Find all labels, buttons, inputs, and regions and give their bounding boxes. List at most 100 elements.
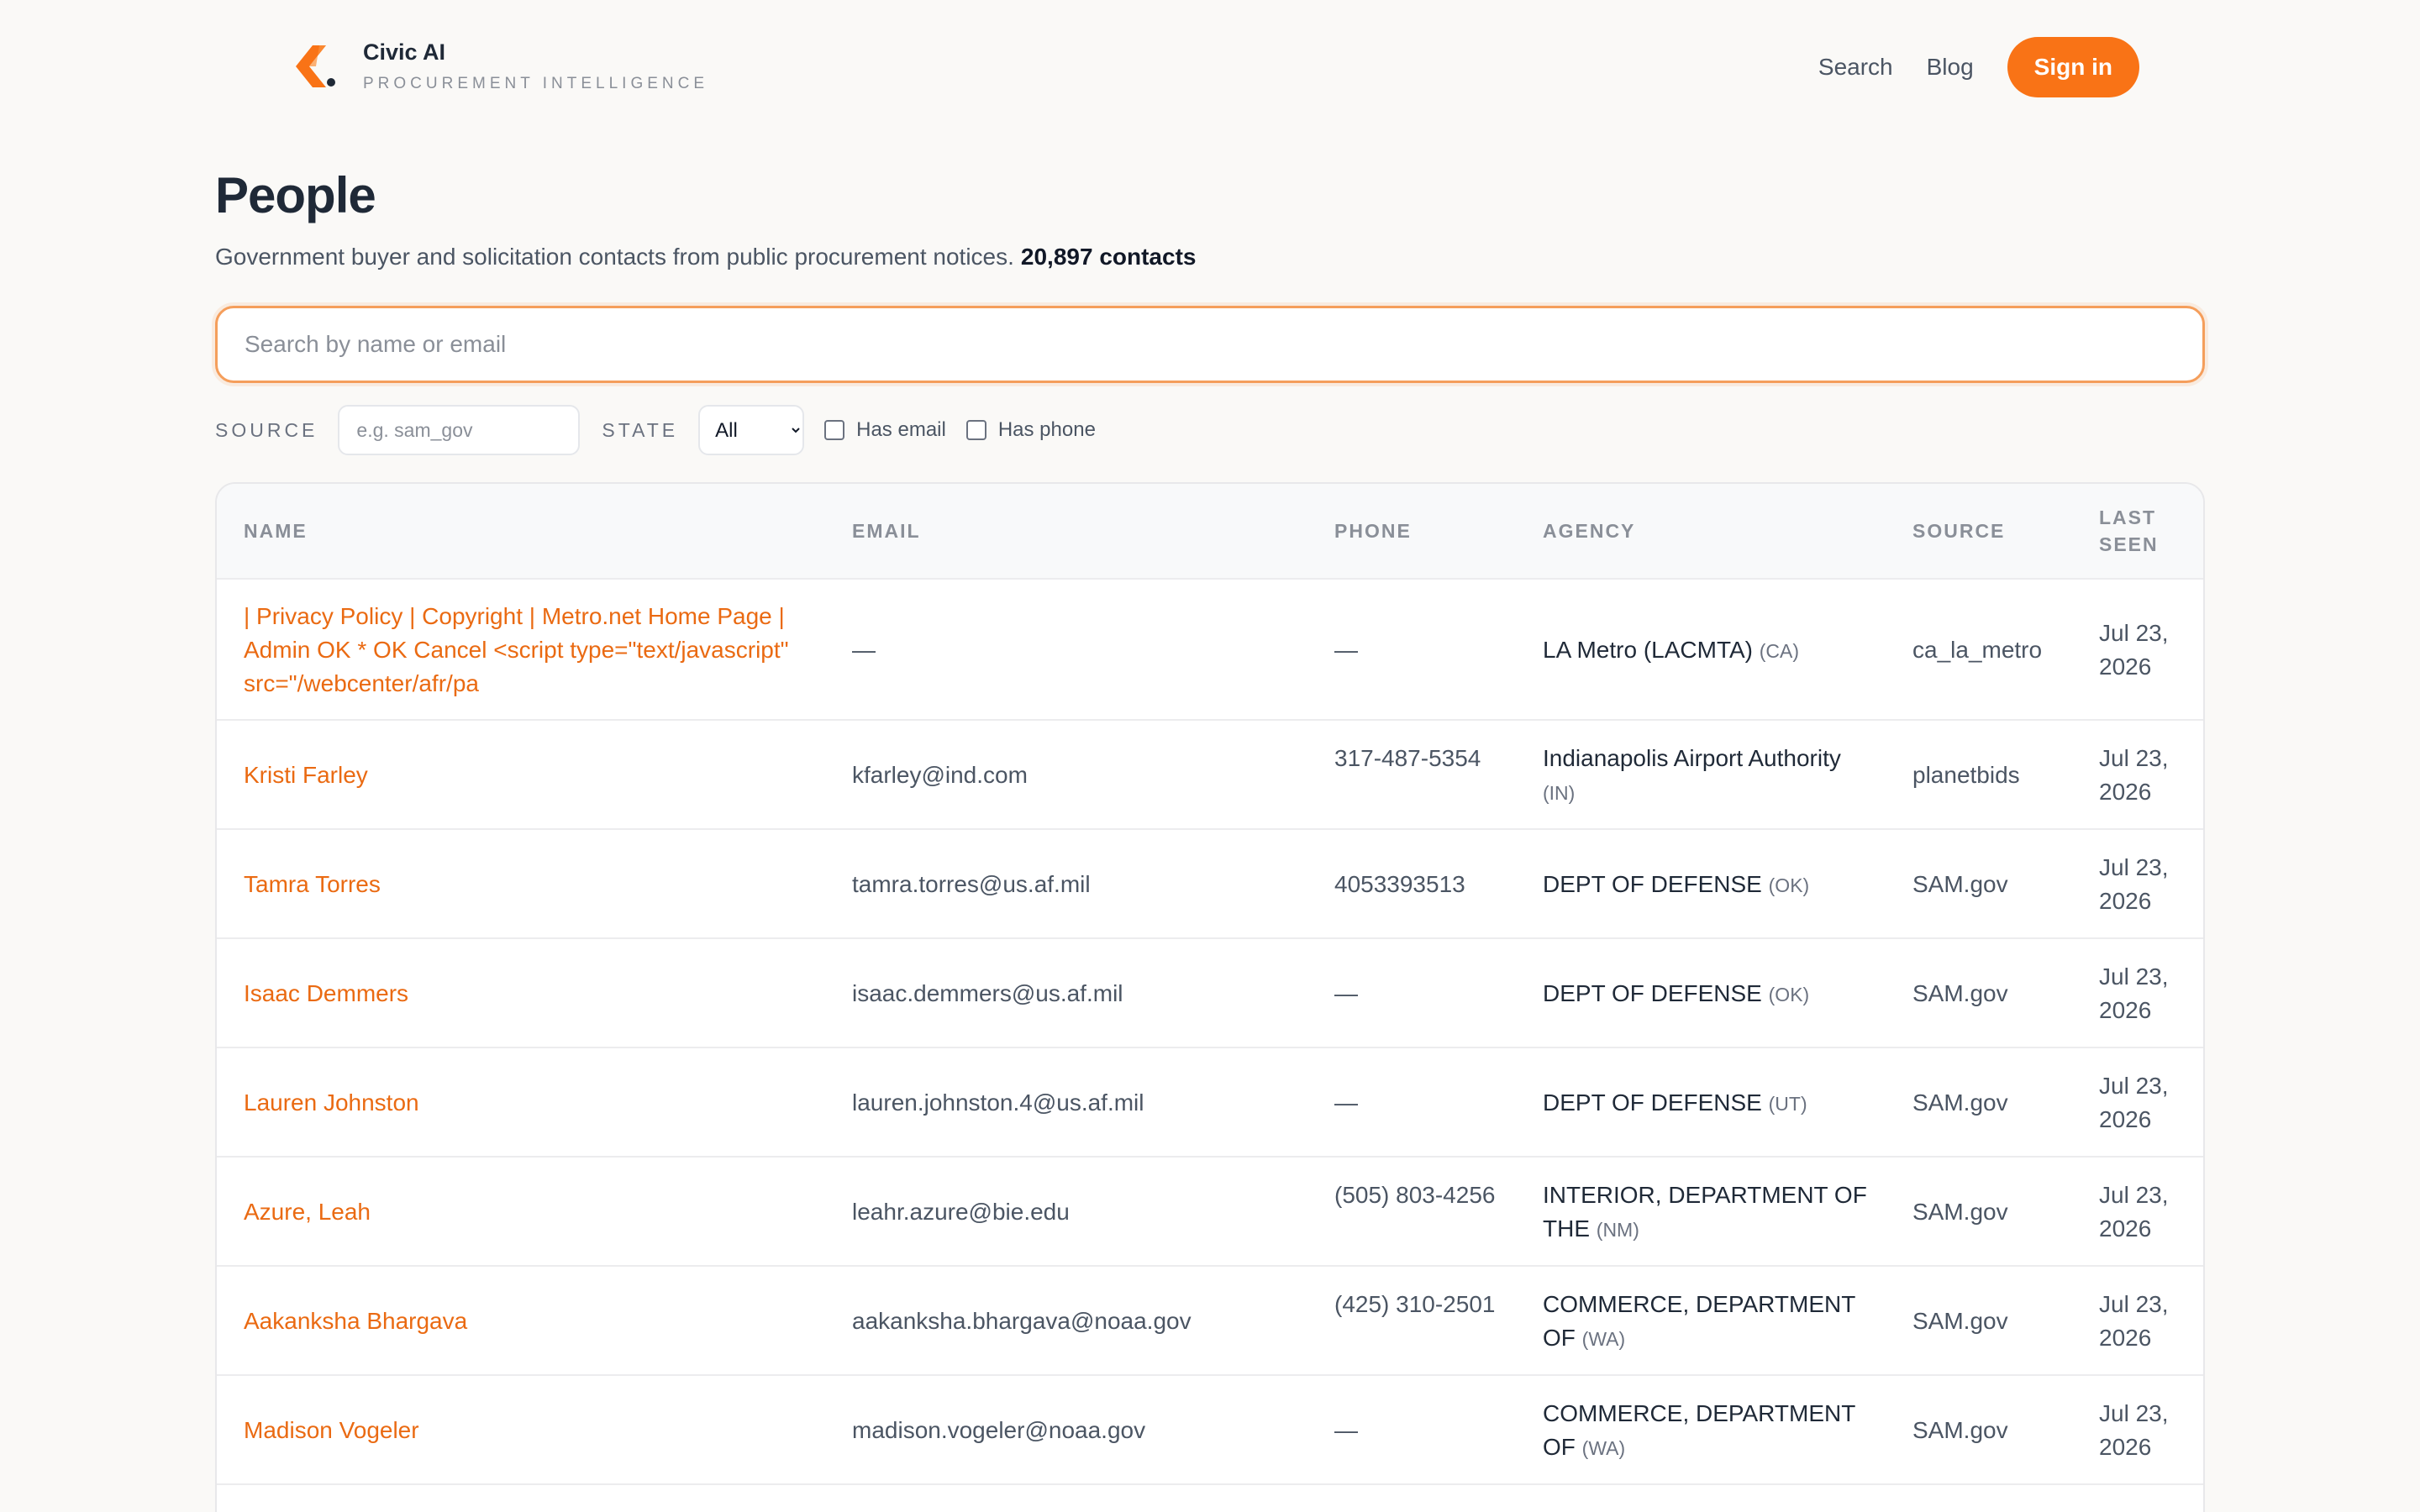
- source-filter-label: SOURCE: [215, 418, 318, 441]
- table-row[interactable]: | Privacy Policy | Copyright | Metro.net…: [217, 580, 2203, 721]
- contact-email: isaac.demmers@us.af.mil: [852, 980, 1123, 1006]
- contact-last-seen: Jul 23, 2026: [2099, 1400, 2169, 1460]
- contact-source: planetbids: [1912, 762, 2020, 788]
- has-phone-label: Has phone: [997, 418, 1096, 441]
- contact-source: SAM.gov: [1912, 1089, 2008, 1116]
- column-header-last-seen[interactable]: LAST SEEN: [2099, 504, 2183, 558]
- contact-last-seen: Jul 23, 2026: [2099, 1291, 2169, 1351]
- has-email-filter[interactable]: Has email: [824, 418, 946, 442]
- contact-email: tamra.torres@us.af.mil: [852, 871, 1091, 897]
- contact-source: SAM.gov: [1912, 1308, 2008, 1334]
- contact-email: kfarley@ind.com: [852, 762, 1028, 788]
- agency-name: INTERIOR, DEPARTMENT OF THE: [1543, 1182, 1867, 1242]
- contacts-count: 20,897 contacts: [1020, 244, 1197, 270]
- agency-state: (WA): [1581, 1328, 1626, 1350]
- agency-state: (WA): [1581, 1437, 1626, 1459]
- table-row[interactable]: Isaac Demmers isaac.demmers@us.af.mil — DEP…: [217, 939, 2203, 1048]
- top-header: Civic AI PROCUREMENT INTELLIGENCE Search…: [0, 0, 2420, 134]
- agency-name: DEPT OF DEFENSE: [1543, 980, 1762, 1006]
- agency-state: (OK): [1768, 984, 1810, 1005]
- contact-source: SAM.gov: [1912, 1417, 2008, 1443]
- contact-name-link[interactable]: Kristi Farley: [244, 759, 798, 792]
- table-row[interactable]: Aakanksha Bhargava aakanksha.bhargava@noa…: [217, 1267, 2203, 1376]
- search-input[interactable]: [218, 308, 2202, 381]
- column-header-phone[interactable]: PHONE: [1334, 517, 1412, 544]
- agency-state: (UT): [1768, 1093, 1807, 1115]
- contact-email: leahr.azure@bie.edu: [852, 1199, 1070, 1225]
- contact-last-seen: Jul 23, 2026: [2099, 620, 2169, 680]
- contact-name-link[interactable]: Isaac Demmers: [244, 977, 798, 1011]
- table-header: NAME EMAIL PHONE AGENCY SOURCE LAST SEEN: [217, 484, 2203, 580]
- main-nav: Search Blog Sign in: [1818, 37, 2139, 97]
- contact-name-link[interactable]: | Privacy Policy | Copyright | Metro.net…: [244, 600, 798, 701]
- contact-email: aakanksha.bhargava@noaa.gov: [852, 1308, 1192, 1334]
- contact-last-seen: Jul 23, 2026: [2099, 854, 2169, 914]
- contact-agency: DEPT OF DEFENSE (OK): [1543, 977, 1879, 1011]
- has-phone-checkbox[interactable]: [965, 420, 986, 440]
- nav-blog-link[interactable]: Blog: [1927, 37, 1974, 97]
- contact-phone: 4053393513: [1334, 871, 1465, 897]
- contact-email: madison.vogeler@noaa.gov: [852, 1417, 1146, 1443]
- contact-source: ca_la_metro: [1912, 637, 2043, 663]
- column-header-source[interactable]: SOURCE: [1912, 517, 2005, 544]
- contact-source: SAM.gov: [1912, 980, 2008, 1006]
- contact-agency: COMMERCE, DEPARTMENT OF (WA): [1543, 1397, 1879, 1465]
- contact-name-link[interactable]: Madison Vogeler: [244, 1414, 798, 1447]
- page: Civic AI PROCUREMENT INTELLIGENCE Search…: [0, 0, 2420, 1512]
- contact-email: —: [852, 637, 876, 663]
- state-filter-select[interactable]: All: [698, 405, 805, 455]
- search-box: [215, 306, 2205, 383]
- contact-last-seen: Jul 23, 2026: [2099, 1073, 2169, 1132]
- table-row[interactable]: Kristi Farley kfarley@ind.com 317-487-5354…: [217, 721, 2203, 830]
- agency-name: Indianapolis Airport Authority: [1543, 745, 1841, 771]
- contact-phone: —: [1334, 1417, 1358, 1443]
- agency-state: (IN): [1543, 782, 1576, 804]
- brand-text: Civic AI PROCUREMENT INTELLIGENCE: [363, 39, 708, 94]
- agency-name: DEPT OF DEFENSE: [1543, 1089, 1762, 1116]
- brand[interactable]: Civic AI PROCUREMENT INTELLIGENCE: [294, 39, 708, 94]
- sign-in-button[interactable]: Sign in: [2007, 37, 2139, 97]
- agency-state: (CA): [1759, 640, 1800, 662]
- contact-email: lauren.johnston.4@us.af.mil: [852, 1089, 1144, 1116]
- brand-name: Civic AI: [363, 39, 446, 65]
- contact-last-seen: Jul 23, 2026: [2099, 963, 2169, 1023]
- agency-state: (OK): [1768, 874, 1810, 896]
- column-header-name[interactable]: NAME: [244, 517, 308, 544]
- contact-name-link[interactable]: Aakanksha Bhargava: [244, 1305, 798, 1338]
- has-phone-filter[interactable]: Has phone: [965, 418, 1096, 442]
- contact-agency: COMMERCE, DEPARTMENT OF (WA): [1543, 1288, 1879, 1356]
- table-row[interactable]: Tamra Torres tamra.torres@us.af.mil 405339…: [217, 830, 2203, 939]
- column-header-email[interactable]: EMAIL: [852, 517, 921, 544]
- contact-agency: LA Metro (LACMTA) (CA): [1543, 633, 1879, 668]
- table-row[interactable]: Azure, Leah leahr.azure@bie.edu (505) 803-…: [217, 1158, 2203, 1267]
- contact-agency: DEPT OF DEFENSE (OK): [1543, 868, 1879, 902]
- page-subtitle: Government buyer and solicitation contac…: [215, 244, 1196, 270]
- has-email-checkbox[interactable]: [824, 420, 845, 440]
- contact-agency: INTERIOR, DEPARTMENT OF THE (NM): [1543, 1179, 1879, 1247]
- table-body: | Privacy Policy | Copyright | Metro.net…: [217, 580, 2203, 1485]
- table-row[interactable]: Lauren Johnston lauren.johnston.4@us.af.m…: [217, 1048, 2203, 1158]
- agency-state: (NM): [1596, 1219, 1639, 1241]
- contact-agency: Indianapolis Airport Authority (IN): [1543, 742, 1879, 810]
- contact-name-link[interactable]: Tamra Torres: [244, 868, 798, 901]
- contact-agency: DEPT OF DEFENSE (UT): [1543, 1086, 1879, 1121]
- source-filter-input[interactable]: [338, 405, 581, 455]
- contact-phone: —: [1334, 1089, 1358, 1116]
- column-header-agency[interactable]: AGENCY: [1543, 517, 1635, 544]
- contact-source: SAM.gov: [1912, 871, 2008, 897]
- contact-name-link[interactable]: Lauren Johnston: [244, 1086, 798, 1120]
- contact-phone: —: [1334, 637, 1358, 663]
- civic-ai-logo-icon: [294, 42, 339, 91]
- contact-last-seen: Jul 23, 2026: [2099, 1182, 2169, 1242]
- nav-search-link[interactable]: Search: [1818, 37, 1893, 97]
- contact-phone: —: [1334, 980, 1358, 1006]
- table-row[interactable]: Madison Vogeler madison.vogeler@noaa.gov —…: [217, 1376, 2203, 1485]
- contact-phone: (425) 310-2501: [1334, 1291, 1496, 1317]
- agency-name: DEPT OF DEFENSE: [1543, 871, 1762, 897]
- brand-tagline: PROCUREMENT INTELLIGENCE: [363, 75, 709, 92]
- contact-name-link[interactable]: Azure, Leah: [244, 1195, 798, 1229]
- contact-phone: (505) 803-4256: [1334, 1182, 1496, 1208]
- filters-bar: SOURCE STATE All Has email Has phone: [215, 405, 1116, 455]
- contact-last-seen: Jul 23, 2026: [2099, 745, 2169, 805]
- state-filter-label: STATE: [602, 418, 679, 441]
